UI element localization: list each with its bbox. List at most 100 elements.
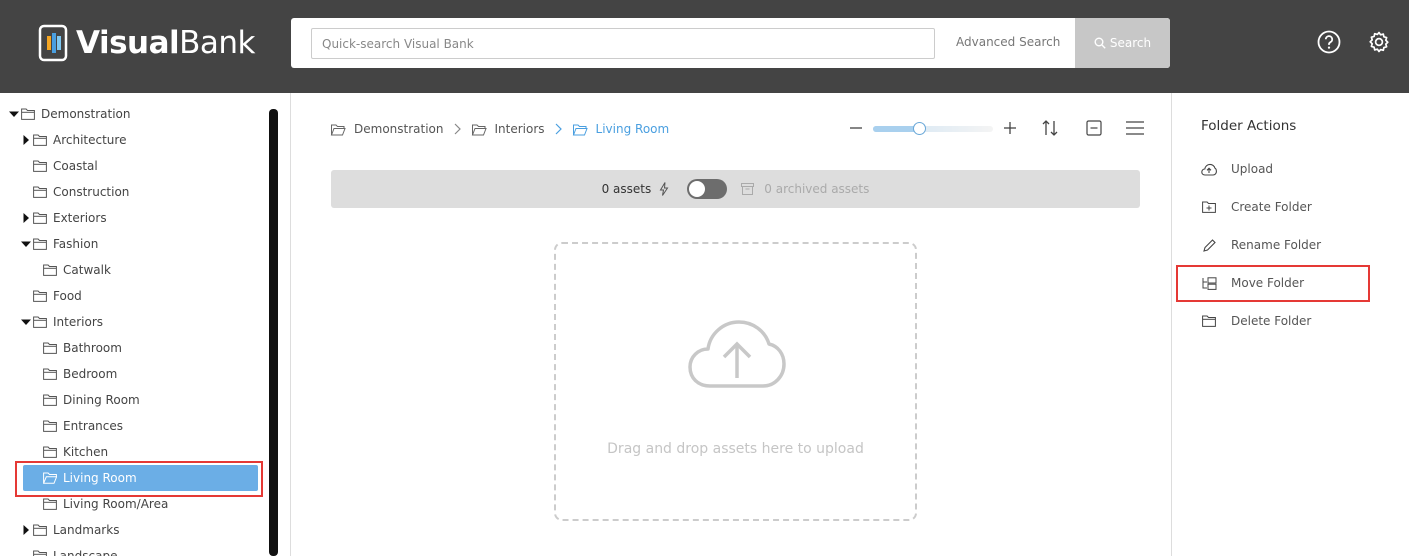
tree-item-food[interactable]: Food <box>33 284 82 308</box>
tree-item-construction[interactable]: Construction <box>33 180 129 204</box>
tree-item-landscape[interactable]: Landscape <box>33 544 117 556</box>
upload-action[interactable]: Upload <box>1201 159 1273 179</box>
caret-down-icon[interactable] <box>21 239 31 249</box>
tree-item-label: Entrances <box>63 419 124 433</box>
logo-mark-icon <box>38 24 68 62</box>
tree-item-label: Bedroom <box>63 367 118 381</box>
tree-item-catwalk[interactable]: Catwalk <box>43 258 111 282</box>
assets-count: 0 assets <box>601 182 652 196</box>
folder-icon <box>43 394 57 406</box>
pencil-icon <box>1201 237 1217 253</box>
archived-toggle[interactable] <box>687 179 728 199</box>
folder-icon <box>21 108 35 120</box>
zoom-out-button[interactable] <box>845 115 867 141</box>
folder-open-icon <box>572 124 588 135</box>
folder-icon <box>33 134 47 146</box>
asset-status-bar: 0 assets 0 archived assets <box>331 170 1140 208</box>
tree-item-interiors[interactable]: Interiors <box>21 310 103 334</box>
folder-icon <box>43 446 57 458</box>
tree-item-label: Construction <box>53 185 130 199</box>
action-label: Create Folder <box>1231 200 1312 214</box>
archived-count: 0 archived assets <box>764 182 870 196</box>
folder-plus-icon <box>1201 199 1217 215</box>
logo-text: VisualBank <box>76 25 256 61</box>
tree-item-architecture[interactable]: Architecture <box>21 128 126 152</box>
breadcrumb-item-demonstration[interactable]: Demonstration <box>330 122 444 136</box>
archive-box-icon <box>741 183 755 195</box>
breadcrumb-label: Demonstration <box>354 122 444 136</box>
sort-button[interactable] <box>1039 115 1061 141</box>
help-icon[interactable] <box>1317 30 1341 54</box>
folder-icon <box>1201 313 1217 329</box>
rename-folder-action[interactable]: Rename Folder <box>1201 235 1321 255</box>
cloud-upload-icon <box>1201 161 1217 177</box>
collapse-button[interactable] <box>1083 115 1105 141</box>
tree-item-label: Catwalk <box>63 263 111 277</box>
folder-icon <box>33 290 47 302</box>
tree-item-coastal[interactable]: Coastal <box>33 154 98 178</box>
tree-item-dining-room[interactable]: Dining Room <box>43 388 140 412</box>
zoom-slider-knob[interactable] <box>913 122 926 135</box>
tree-item-label: Food <box>53 289 82 303</box>
breadcrumb-item-interiors[interactable]: Interiors <box>471 122 545 136</box>
caret-right-icon[interactable] <box>21 213 31 223</box>
visual-bank-logo[interactable]: VisualBank <box>38 22 256 64</box>
tree-item-label: Coastal <box>53 159 98 173</box>
advanced-search-link[interactable]: Advanced Search <box>956 35 1060 49</box>
delete-folder-action[interactable]: Delete Folder <box>1201 311 1311 331</box>
tree-item-label: Dining Room <box>63 393 140 407</box>
caret-down-icon[interactable] <box>21 317 31 327</box>
upload-dropzone[interactable]: Drag and drop assets here to upload <box>554 242 917 521</box>
search-bar: Advanced Search Search <box>291 18 1170 68</box>
tree-item-entrances[interactable]: Entrances <box>43 414 123 438</box>
tree-item-demonstration[interactable]: Demonstration <box>9 102 131 126</box>
tree-item-landmarks[interactable]: Landmarks <box>21 518 119 542</box>
cloud-upload-icon <box>688 320 786 388</box>
search-icon <box>1094 37 1106 49</box>
folder-icon <box>33 238 47 250</box>
folder-actions-title: Folder Actions <box>1201 118 1297 134</box>
sort-arrows-icon <box>1042 120 1058 136</box>
caret-right-icon[interactable] <box>21 525 31 535</box>
search-button-label: Search <box>1109 36 1152 50</box>
left-divider <box>290 93 291 556</box>
search-button[interactable]: Search <box>1075 18 1170 68</box>
folder-icon <box>33 316 47 328</box>
tree-item-label: Bathroom <box>63 341 122 355</box>
search-input[interactable] <box>311 28 935 59</box>
chevron-right-icon <box>454 123 461 135</box>
tree-item-label: Kitchen <box>63 445 109 459</box>
zoom-slider[interactable] <box>873 122 993 135</box>
chevron-right-icon <box>555 123 562 135</box>
action-label: Delete Folder <box>1231 314 1312 328</box>
folder-icon <box>43 342 57 354</box>
tree-item-fashion[interactable]: Fashion <box>21 232 98 256</box>
folder-icon <box>43 264 57 276</box>
caret-down-icon[interactable] <box>9 109 19 119</box>
move-folder-highlight <box>1176 265 1370 302</box>
dropzone-text: Drag and drop assets here to upload <box>607 441 864 457</box>
tree-item-label: Architecture <box>53 133 127 147</box>
tree-item-label: Landmarks <box>53 523 120 537</box>
breadcrumb: Demonstration Interiors Living Room <box>330 119 669 139</box>
tree-scrollbar[interactable] <box>269 109 278 556</box>
folder-icon <box>43 498 57 510</box>
menu-button[interactable] <box>1124 115 1146 141</box>
breadcrumb-label: Interiors <box>494 122 545 136</box>
tree-item-bedroom[interactable]: Bedroom <box>43 362 117 386</box>
breadcrumb-label: Living Room <box>595 122 670 136</box>
action-label: Rename Folder <box>1231 238 1322 252</box>
folder-icon <box>43 420 57 432</box>
tree-item-label: Fashion <box>53 237 99 251</box>
tree-item-exteriors[interactable]: Exteriors <box>21 206 107 230</box>
caret-right-icon[interactable] <box>21 135 31 145</box>
tree-item-bathroom[interactable]: Bathroom <box>43 336 122 360</box>
settings-gear-icon[interactable] <box>1367 30 1391 54</box>
folder-icon <box>43 368 57 380</box>
zoom-in-button[interactable] <box>999 115 1021 141</box>
create-folder-action[interactable]: Create Folder <box>1201 197 1312 217</box>
tree-item-label: Exteriors <box>53 211 107 225</box>
folder-icon <box>33 524 47 536</box>
breadcrumb-item-living-room[interactable]: Living Room <box>572 122 670 136</box>
plus-icon <box>1004 122 1016 134</box>
